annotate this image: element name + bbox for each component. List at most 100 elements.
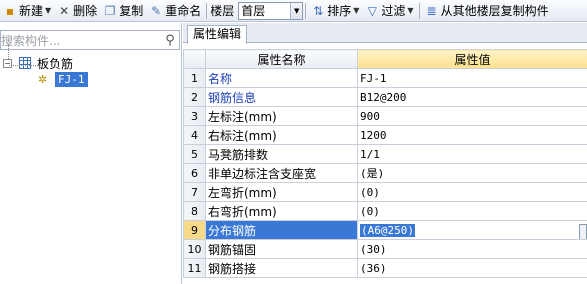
- filter-label: 过滤: [381, 4, 406, 18]
- gear-icon: ✲: [38, 72, 48, 86]
- property-value[interactable]: (0): [357, 182, 587, 202]
- row-number: 10: [183, 239, 206, 259]
- row-number-header: [183, 49, 206, 69]
- chevron-down-icon: ▼: [407, 6, 414, 15]
- floor-select[interactable]: 首层 ▼: [238, 1, 304, 20]
- tab-property-edit[interactable]: 属性编辑: [187, 25, 248, 44]
- property-value[interactable]: 900: [357, 106, 587, 126]
- tree-connector: [9, 65, 36, 66]
- toolbar-divider: [305, 2, 307, 19]
- property-name: 钢筋搭接: [205, 258, 358, 278]
- property-name: 分布钢筋: [205, 220, 358, 240]
- toolbar-divider: [418, 2, 420, 19]
- tree-node-label: 板负筋: [37, 56, 74, 71]
- property-value[interactable]: 1/1: [357, 144, 587, 164]
- cell-ellipsis-button[interactable]: [579, 223, 587, 239]
- copy-from-floor-button[interactable]: ≣ 从其他楼层复制构件: [422, 1, 552, 21]
- table-row[interactable]: 4 右标注(mm) 1200: [183, 125, 587, 145]
- filter-icon: ▽: [367, 3, 378, 18]
- copy-button[interactable]: ❐ 复制: [100, 1, 146, 21]
- tree-node-child[interactable]: ✲ FJ-1: [0, 71, 180, 87]
- filter-button[interactable]: ▽ 过滤 ▼: [362, 1, 416, 21]
- table-row[interactable]: 8 右弯折(mm) (0): [183, 201, 587, 221]
- property-name: 左弯折(mm): [205, 182, 358, 202]
- row-number: 3: [183, 106, 206, 126]
- property-value[interactable]: (是): [357, 163, 587, 183]
- property-value[interactable]: B12@200: [357, 87, 587, 107]
- search-input[interactable]: 搜索构件...: [1, 32, 161, 49]
- toolbar: ▪ 新建 ▼ ✕ 删除 ❐ 复制 ✎ 重命名 楼层 首层 ▼ ⇅ 排序 ▼ ▽ …: [0, 0, 587, 22]
- tab-bar: 属性编辑: [183, 23, 587, 44]
- rename-label: 重命名: [165, 4, 202, 18]
- row-number: 1: [183, 68, 206, 88]
- chevron-down-icon: ▼: [45, 6, 52, 15]
- property-value[interactable]: (30): [357, 239, 587, 259]
- property-name: 右弯折(mm): [205, 201, 358, 221]
- delete-label: 删除: [73, 4, 98, 18]
- delete-icon: ✕: [59, 3, 70, 18]
- floor-label: 楼层: [210, 4, 235, 18]
- row-number: 5: [183, 144, 206, 164]
- copy-icon: ❐: [104, 3, 116, 18]
- row-number: 6: [183, 163, 206, 183]
- search-icon[interactable]: ⚲: [161, 33, 179, 48]
- toolbar-divider: [206, 2, 208, 19]
- table-row[interactable]: 3 左标注(mm) 900: [183, 106, 587, 126]
- table-row[interactable]: 11 钢筋搭接 (36): [183, 258, 587, 278]
- component-tree-panel: 搜索构件... ⚲ − 板负筋 ✲ FJ-1: [0, 23, 182, 284]
- table-row[interactable]: 5 马凳筋排数 1/1: [183, 144, 587, 164]
- search-box[interactable]: 搜索构件... ⚲: [0, 30, 180, 50]
- property-value[interactable]: FJ-1: [357, 68, 587, 88]
- property-name: 马凳筋排数: [205, 144, 358, 164]
- property-name: 左标注(mm): [205, 106, 358, 126]
- table-row[interactable]: 10 钢筋锚固 (30): [183, 239, 587, 259]
- property-name: 钢筋锚固: [205, 239, 358, 259]
- new-button[interactable]: ▪ 新建 ▼: [0, 1, 54, 21]
- table-row[interactable]: 2 钢筋信息 B12@200: [183, 87, 587, 107]
- property-name: 右标注(mm): [205, 125, 358, 145]
- table-row[interactable]: 6 非单边标注含支座宽 (是): [183, 163, 587, 183]
- row-number: 11: [183, 258, 206, 278]
- chevron-down-icon: ▼: [353, 6, 360, 15]
- slab-grid-icon: [19, 57, 31, 69]
- grid-header-row: 属性名称 属性值: [183, 49, 587, 69]
- column-header-name: 属性名称: [205, 49, 358, 69]
- collapse-icon[interactable]: −: [3, 58, 12, 68]
- property-name: 钢筋信息: [205, 87, 358, 107]
- tree-node-root[interactable]: − 板负筋: [0, 55, 180, 71]
- chevron-down-icon[interactable]: ▼: [290, 2, 303, 19]
- copy-label: 复制: [119, 4, 144, 18]
- rename-button[interactable]: ✎ 重命名: [146, 1, 204, 21]
- copy-from-floor-label: 从其他楼层复制构件: [440, 4, 549, 18]
- sort-label: 排序: [327, 4, 352, 18]
- property-value[interactable]: (36): [357, 258, 587, 278]
- new-label: 新建: [19, 4, 44, 18]
- property-value-editor[interactable]: (A6@250): [357, 220, 587, 240]
- property-value[interactable]: (0): [357, 201, 587, 221]
- tree-node-label: FJ-1: [55, 71, 88, 87]
- property-value[interactable]: 1200: [357, 125, 587, 145]
- sort-button[interactable]: ⇅ 排序 ▼: [308, 1, 362, 21]
- component-tree: − 板负筋 ✲ FJ-1: [0, 55, 180, 87]
- new-icon: ▪: [5, 3, 15, 18]
- sort-icon: ⇅: [313, 3, 324, 18]
- column-header-value: 属性值: [357, 49, 587, 69]
- tree-connector: [8, 45, 9, 59]
- table-row-selected[interactable]: 9 分布钢筋 (A6@250): [183, 220, 587, 240]
- row-number: 2: [183, 87, 206, 107]
- table-row[interactable]: 1 名称 FJ-1: [183, 68, 587, 88]
- property-name: 名称: [205, 68, 358, 88]
- property-name: 非单边标注含支座宽: [205, 163, 358, 183]
- row-number: 8: [183, 201, 206, 221]
- table-row[interactable]: 7 左弯折(mm) (0): [183, 182, 587, 202]
- delete-button[interactable]: ✕ 删除: [54, 1, 100, 21]
- row-number: 4: [183, 125, 206, 145]
- property-grid: 属性名称 属性值 1 名称 FJ-1 2 钢筋信息 B12@200 3 左标注(…: [183, 49, 587, 278]
- row-number: 9: [183, 220, 206, 240]
- property-value-selected-text[interactable]: (A6@250): [360, 223, 415, 237]
- floors-icon: ≣: [426, 3, 437, 18]
- rename-icon: ✎: [151, 3, 162, 18]
- property-panel: 属性编辑 属性名称 属性值 1 名称 FJ-1 2 钢筋信息 B12@200 3…: [183, 23, 587, 284]
- row-number: 7: [183, 182, 206, 202]
- floor-value: 首层: [241, 4, 266, 18]
